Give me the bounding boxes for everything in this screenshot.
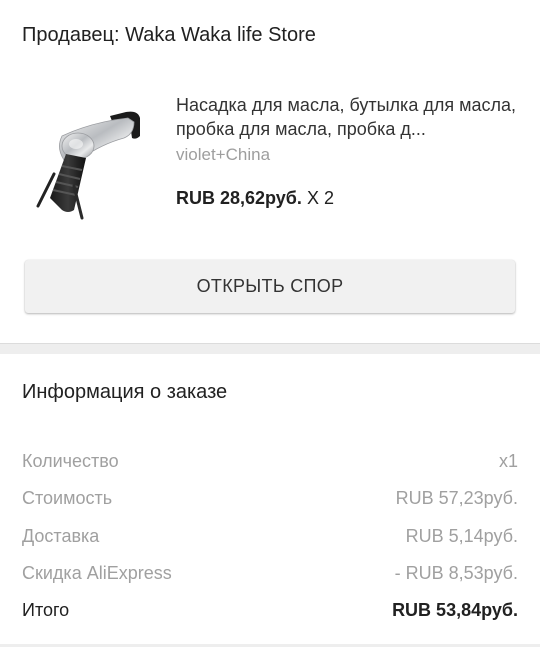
order-info-label: Количество xyxy=(22,451,119,471)
order-info-row-shipping: Доставка RUB 5,14руб. xyxy=(22,523,518,549)
order-total-value: RUB 53,84руб. xyxy=(392,600,518,620)
product-variant: violet+China xyxy=(176,145,271,164)
product-name[interactable]: Насадка для масла, бутылка для масла, пр… xyxy=(176,93,516,141)
product-price-line: RUB 28,62руб. X 2 xyxy=(176,186,334,210)
section-divider xyxy=(0,343,540,354)
oil-pourer-icon xyxy=(36,111,140,220)
order-info-label: Скидка AliExpress xyxy=(22,563,172,583)
order-total-label: Итого xyxy=(22,600,70,620)
order-info-row-total: Итого RUB 53,84руб. xyxy=(22,597,518,623)
order-info-row-cost: Стоимость RUB 57,23руб. xyxy=(22,485,518,511)
order-info-title: Информация о заказе xyxy=(22,381,228,403)
order-product-item[interactable]: Насадка для масла, бутылка для масла, пр… xyxy=(0,82,540,232)
order-info-row-discount: Скидка AliExpress - RUB 8,53руб. xyxy=(22,560,518,586)
product-price: RUB 28,62руб. xyxy=(176,188,302,208)
order-info-label: Стоимость xyxy=(22,488,113,508)
seller-title: Продавец: Waka Waka life Store xyxy=(22,24,316,46)
product-image[interactable] xyxy=(22,86,162,226)
order-info-value: - RUB 8,53руб. xyxy=(394,563,518,583)
open-dispute-button[interactable]: ОТКРЫТЬ СПОР xyxy=(25,260,515,313)
product-quantity: X 2 xyxy=(306,188,334,208)
order-info-label: Доставка xyxy=(22,526,100,546)
order-info-value: RUB 5,14руб. xyxy=(405,526,518,546)
order-info-row-quantity: Количество x1 xyxy=(22,448,518,474)
order-info-value: RUB 57,23руб. xyxy=(395,488,518,508)
order-info-value: x1 xyxy=(498,451,518,471)
